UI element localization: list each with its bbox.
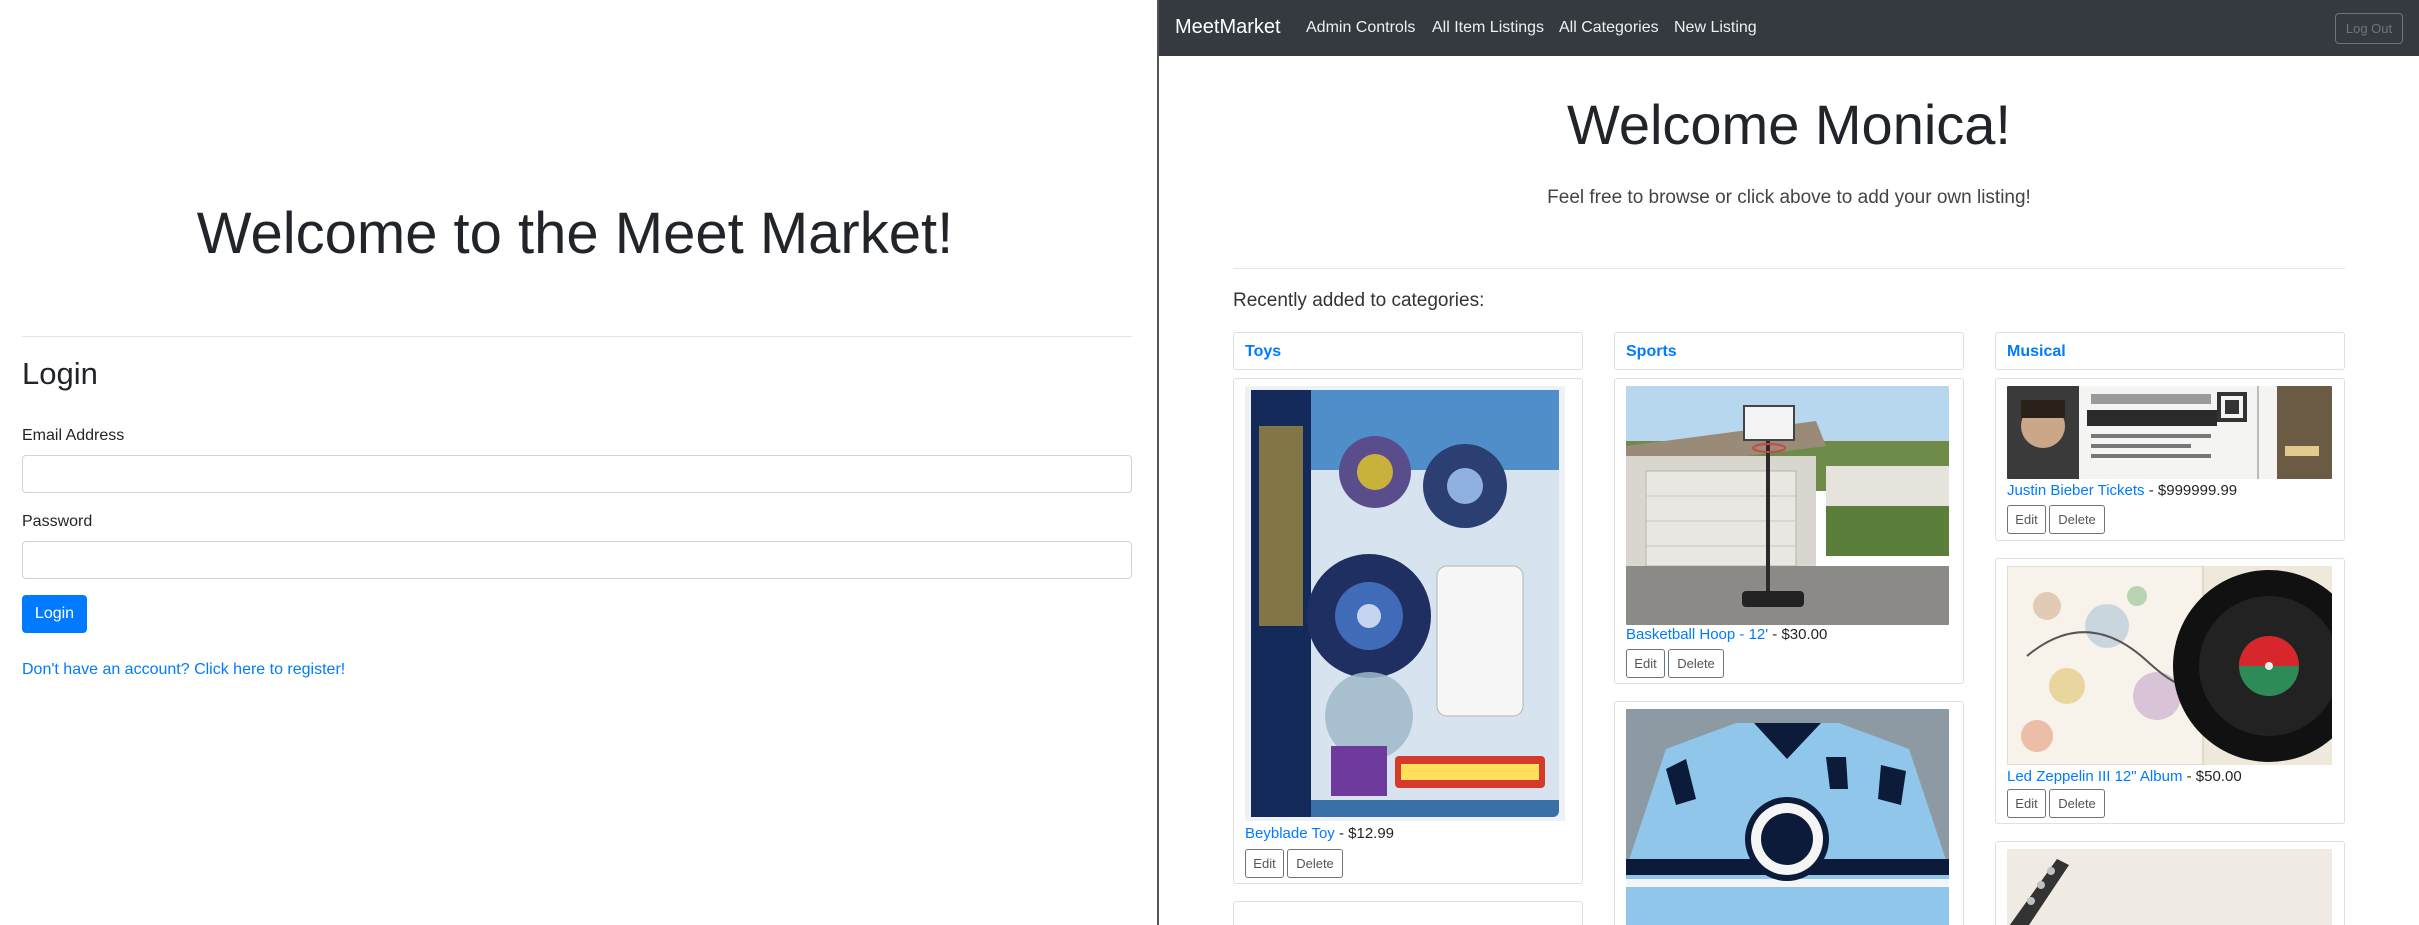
listing-caption: Led Zeppelin III 12" Album - $50.00 <box>2007 768 2242 785</box>
listing-image-bieber-ticket[interactable] <box>2007 386 2332 479</box>
listing-image-zeppelin-album[interactable] <box>2007 566 2332 765</box>
navbar-brand[interactable]: MeetMarket <box>1175 16 1281 39</box>
register-link[interactable]: Don't have an account? Click here to reg… <box>22 661 345 679</box>
dashboard-welcome-title: Welcome Monica! <box>1566 93 2011 156</box>
listing-card: Justin Bieber Tickets - $999999.99 Edit … <box>1995 378 2345 541</box>
login-button[interactable]: Login <box>22 595 87 633</box>
listing-card: Beyblade Toy - $12.99 Edit Delete <box>1233 378 1583 884</box>
listing-caption: Basketball Hoop - 12' - $30.00 <box>1626 626 1827 643</box>
login-heading: Login <box>22 356 98 391</box>
edit-button[interactable]: Edit <box>1626 649 1665 678</box>
edit-button[interactable]: Edit <box>2007 505 2046 534</box>
listing-card <box>1995 841 2345 925</box>
listing-caption: Justin Bieber Tickets - $999999.99 <box>2007 482 2237 499</box>
nav-admin-controls[interactable]: Admin Controls <box>1306 19 1415 37</box>
nav-all-categories[interactable]: All Categories <box>1559 19 1659 37</box>
listing-image-beyblade[interactable] <box>1245 386 1565 821</box>
listing-separator: - <box>2144 482 2158 499</box>
delete-button[interactable]: Delete <box>2049 789 2105 818</box>
login-welcome-title: Welcome to the Meet Market! <box>196 201 954 266</box>
dashboard-pane: MeetMarket Admin Controls All Item Listi… <box>1159 0 2419 925</box>
listing-card <box>1233 901 1583 925</box>
listing-card <box>1614 701 1964 925</box>
edit-button[interactable]: Edit <box>1245 849 1284 878</box>
listing-title-link[interactable]: Basketball Hoop - 12' <box>1626 626 1768 643</box>
listing-price: $12.99 <box>1348 825 1395 842</box>
listing-title-link[interactable]: Beyblade Toy <box>1245 825 1335 842</box>
divider <box>1233 268 2345 269</box>
listing-card: Led Zeppelin III 12" Album - $50.00 Edit… <box>1995 558 2345 824</box>
category-header-musical[interactable]: Musical <box>1995 332 2345 370</box>
email-label: Email Address <box>22 427 125 444</box>
nav-new-listing[interactable]: New Listing <box>1674 19 1757 37</box>
recent-categories-label: Recently added to categories: <box>1233 290 1485 311</box>
delete-button[interactable]: Delete <box>1668 649 1724 678</box>
edit-button[interactable]: Edit <box>2007 789 2046 818</box>
nav-all-item-listings[interactable]: All Item Listings <box>1432 19 1544 37</box>
delete-button[interactable]: Delete <box>1287 849 1343 878</box>
password-field[interactable] <box>22 541 1132 579</box>
dashboard-lead-text: Feel free to browse or click above to ad… <box>1547 187 2031 208</box>
divider <box>22 336 1132 337</box>
listing-price: $30.00 <box>1781 626 1828 643</box>
listing-caption: Beyblade Toy - $12.99 <box>1245 825 1394 842</box>
category-header-toys[interactable]: Toys <box>1233 332 1583 370</box>
listing-image-hockey-jersey[interactable] <box>1626 709 1949 925</box>
logout-button[interactable]: Log Out <box>2335 13 2403 44</box>
listing-price: $999999.99 <box>2157 482 2238 499</box>
listing-title-link[interactable]: Led Zeppelin III 12" Album <box>2007 768 2182 785</box>
listing-separator: - <box>2182 768 2196 785</box>
delete-button[interactable]: Delete <box>2049 505 2105 534</box>
listing-price: $50.00 <box>2195 768 2242 785</box>
listing-image-basketball-hoop[interactable] <box>1626 386 1949 625</box>
category-header-sports[interactable]: Sports <box>1614 332 1964 370</box>
email-field[interactable] <box>22 455 1132 493</box>
password-label: Password <box>22 513 93 530</box>
listing-separator: - <box>1334 825 1349 842</box>
navbar: MeetMarket Admin Controls All Item Listi… <box>1159 0 2419 56</box>
listing-card: Basketball Hoop - 12' - $30.00 Edit Dele… <box>1614 378 1964 684</box>
listing-image-clarinet[interactable] <box>2007 849 2332 925</box>
listing-separator: - <box>1768 626 1782 643</box>
login-pane: Welcome to the Meet Market! Login Email … <box>0 0 1157 925</box>
listing-title-link[interactable]: Justin Bieber Tickets <box>2007 482 2145 499</box>
